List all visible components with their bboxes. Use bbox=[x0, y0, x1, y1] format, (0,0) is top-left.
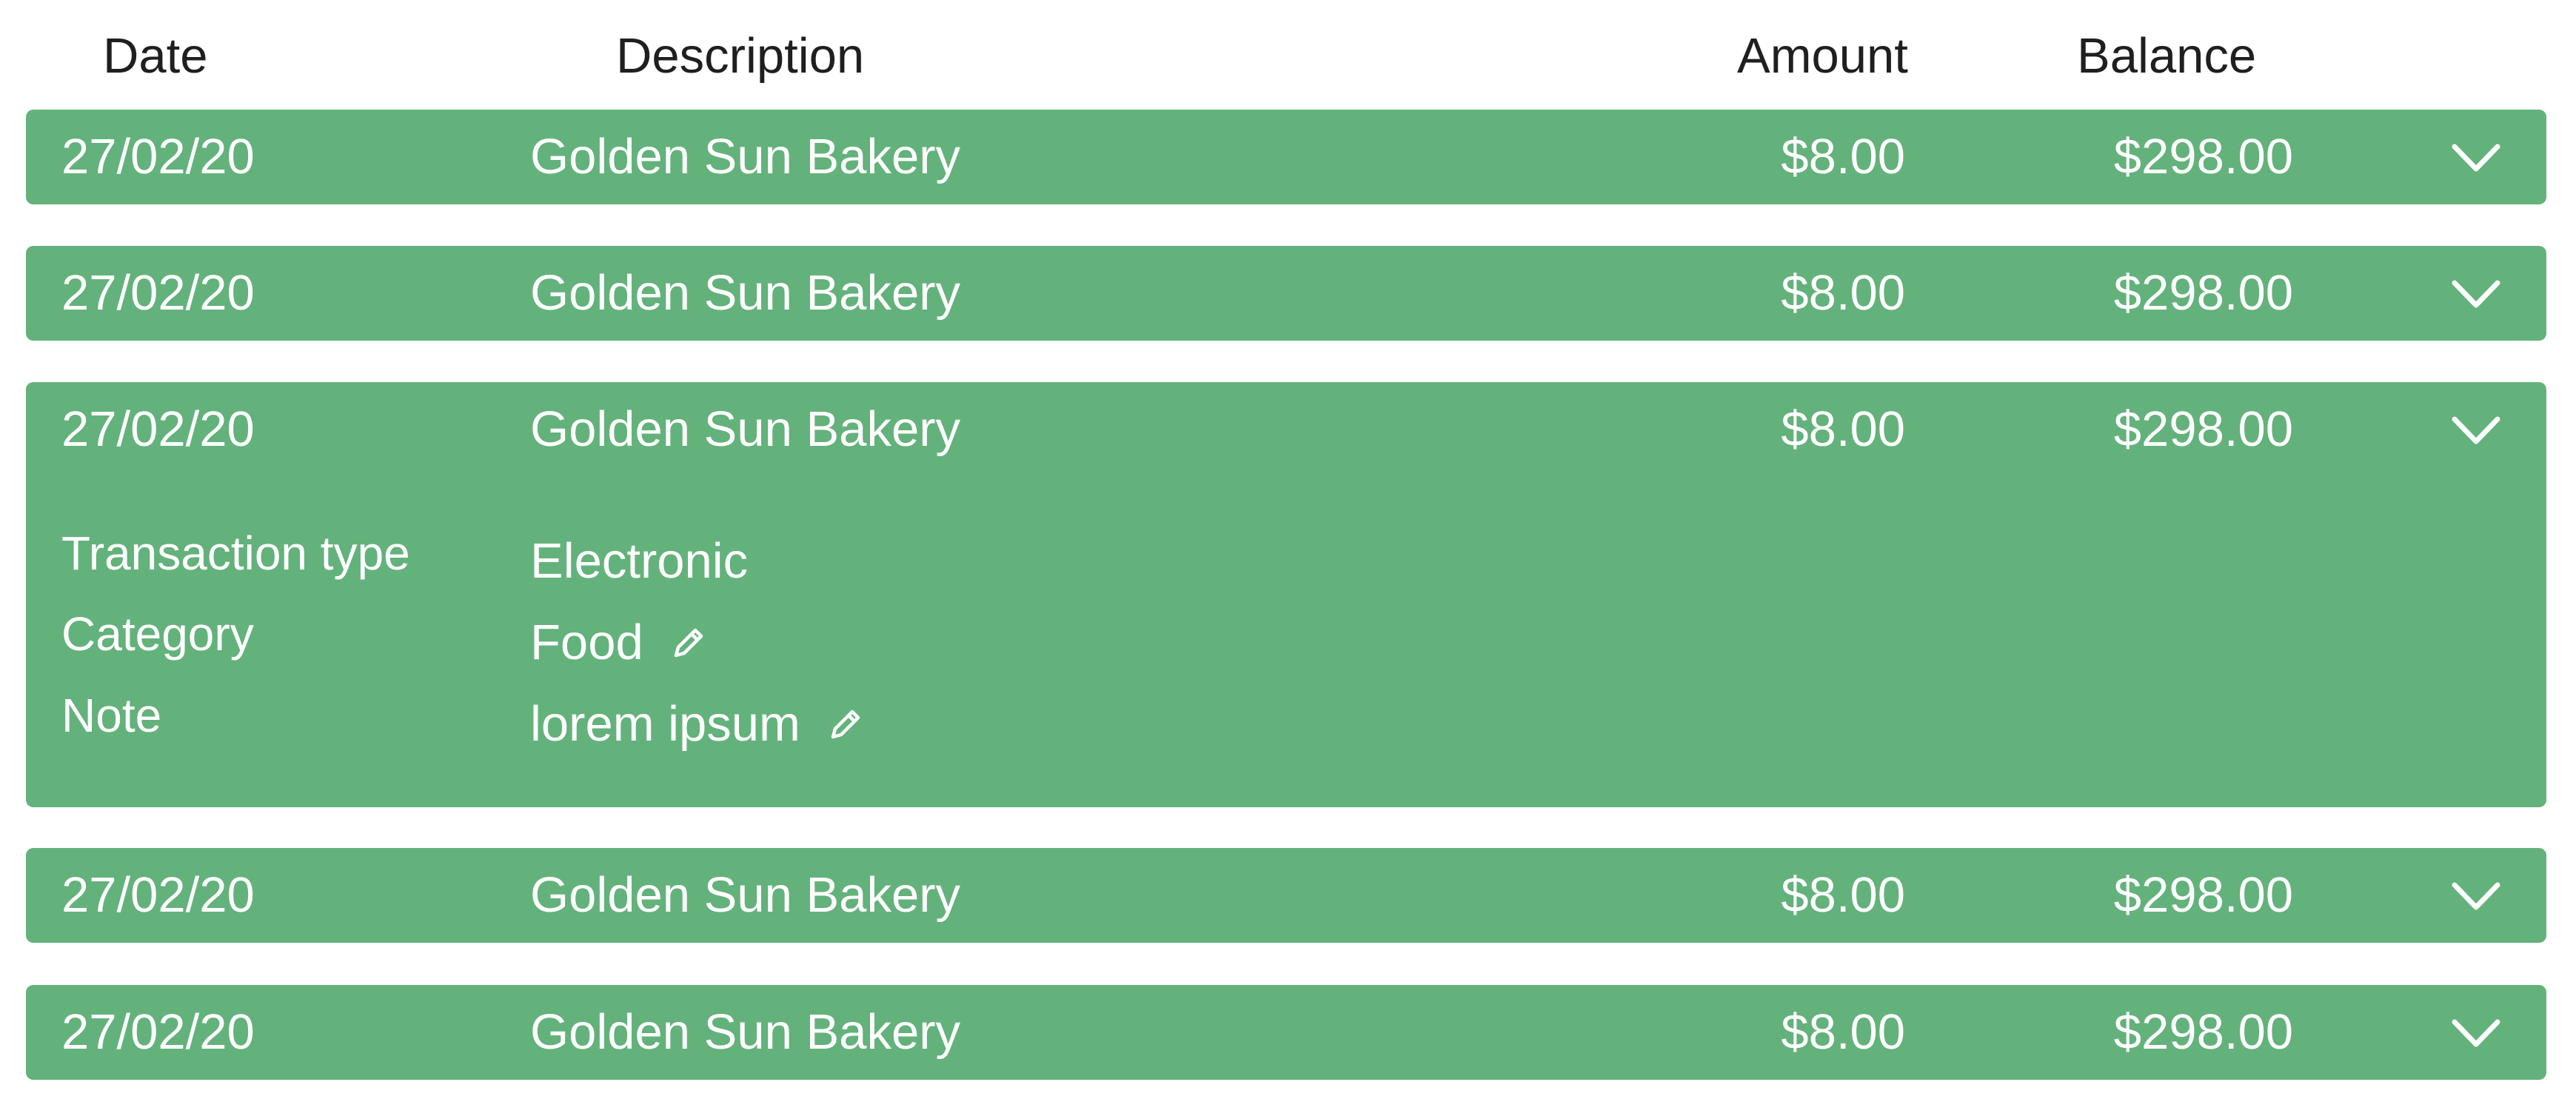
transaction-row-expanded[interactable]: 27/02/20 Golden Sun Bakery $8.00 $298.00… bbox=[26, 382, 2546, 807]
table-header: Date Description Amount Balance bbox=[0, 0, 2576, 111]
transaction-amount: $8.00 bbox=[1781, 867, 1905, 923]
transaction-balance: $298.00 bbox=[2113, 867, 2293, 923]
category-label: Category bbox=[61, 607, 254, 661]
note-label: Note bbox=[61, 689, 162, 742]
transaction-row[interactable]: 27/02/20 Golden Sun Bakery $8.00 $298.00 bbox=[26, 246, 2546, 341]
transaction-row[interactable]: 27/02/20 Golden Sun Bakery $8.00 $298.00 bbox=[26, 985, 2546, 1080]
column-header-date[interactable]: Date bbox=[103, 27, 208, 86]
transaction-description: Golden Sun Bakery bbox=[530, 129, 961, 184]
transaction-description: Golden Sun Bakery bbox=[530, 867, 961, 923]
column-header-balance[interactable]: Balance bbox=[2077, 27, 2256, 86]
transaction-type-label: Transaction type bbox=[61, 527, 410, 580]
column-header-amount[interactable]: Amount bbox=[1737, 27, 1908, 86]
pencil-icon[interactable] bbox=[826, 704, 866, 744]
transaction-date: 27/02/20 bbox=[61, 1004, 255, 1060]
column-header-description[interactable]: Description bbox=[616, 27, 864, 86]
transaction-balance: $298.00 bbox=[2113, 401, 2293, 457]
transaction-amount: $8.00 bbox=[1781, 401, 1905, 457]
pencil-icon[interactable] bbox=[669, 623, 709, 663]
transaction-balance: $298.00 bbox=[2113, 1004, 2293, 1060]
note-value: lorem ipsum bbox=[530, 695, 866, 754]
chevron-down-icon[interactable] bbox=[2450, 878, 2502, 915]
chevron-down-icon[interactable] bbox=[2450, 412, 2502, 449]
transaction-type-text: Electronic bbox=[530, 533, 749, 589]
transaction-type-value: Electronic bbox=[530, 532, 748, 591]
chevron-down-icon[interactable] bbox=[2450, 276, 2502, 313]
transaction-description: Golden Sun Bakery bbox=[530, 265, 961, 321]
transaction-date: 27/02/20 bbox=[61, 129, 255, 184]
transaction-amount: $8.00 bbox=[1781, 1004, 1905, 1060]
category-value: Food bbox=[530, 613, 709, 672]
category-text: Food bbox=[530, 615, 643, 670]
transaction-row[interactable]: 27/02/20 Golden Sun Bakery $8.00 $298.00 bbox=[26, 110, 2546, 204]
chevron-down-icon[interactable] bbox=[2450, 1015, 2502, 1052]
note-text: lorem ipsum bbox=[530, 696, 800, 752]
transaction-balance: $298.00 bbox=[2113, 129, 2293, 184]
transaction-balance: $298.00 bbox=[2113, 265, 2293, 321]
transaction-amount: $8.00 bbox=[1781, 129, 1905, 184]
transaction-amount: $8.00 bbox=[1781, 265, 1905, 321]
chevron-down-icon[interactable] bbox=[2450, 139, 2502, 176]
transaction-date: 27/02/20 bbox=[61, 867, 255, 923]
transaction-date: 27/02/20 bbox=[61, 265, 255, 321]
transaction-description: Golden Sun Bakery bbox=[530, 401, 961, 457]
transaction-description: Golden Sun Bakery bbox=[530, 1004, 961, 1060]
transaction-date: 27/02/20 bbox=[61, 401, 255, 457]
transaction-row[interactable]: 27/02/20 Golden Sun Bakery $8.00 $298.00 bbox=[26, 848, 2546, 943]
